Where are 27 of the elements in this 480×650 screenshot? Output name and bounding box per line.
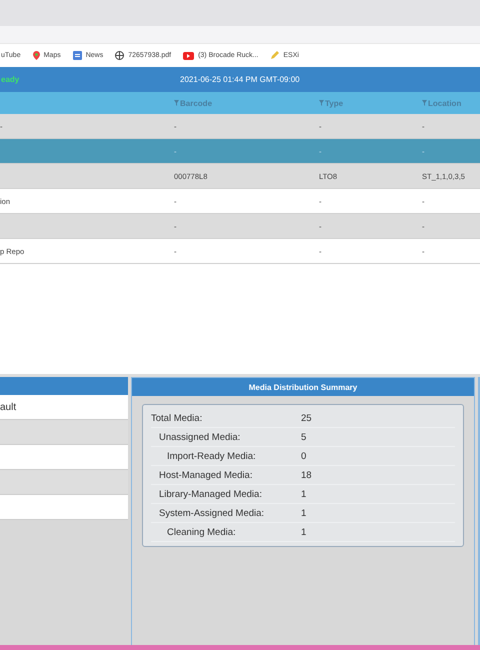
summary-value: 25 xyxy=(301,412,313,424)
summary-value: 5 xyxy=(301,432,308,442)
address-bar[interactable] xyxy=(0,26,480,44)
summary-label: Host-Managed Media: xyxy=(158,470,254,480)
summary-value: 0 xyxy=(301,450,308,462)
summary-value: 1 xyxy=(301,526,308,538)
status-text: eady xyxy=(0,75,20,84)
date-time-text: 2021-06-25 01:44 PM GMT-09:00 xyxy=(180,75,300,84)
globe-icon xyxy=(115,51,124,60)
video-play-icon xyxy=(183,52,194,60)
panel-title: Media Distribution Summary xyxy=(132,378,474,396)
summary-label: Total Media: xyxy=(151,412,204,424)
summary-label: System-Assigned Media: xyxy=(158,508,266,518)
list-item[interactable]: ault xyxy=(0,395,128,420)
summary-value: 18 xyxy=(301,470,313,480)
filter-icon xyxy=(319,100,324,106)
summary-label: Unassigned Media: xyxy=(158,432,242,442)
summary-label: Import-Ready Media: xyxy=(166,450,257,462)
summary-label: Library-Managed Media: xyxy=(158,488,263,500)
summary-label: Cleaning Media: xyxy=(166,526,237,538)
pencil-icon xyxy=(270,51,280,60)
map-pin-icon xyxy=(32,51,40,60)
summary-value: 1 xyxy=(301,508,308,518)
newspaper-icon xyxy=(72,51,82,60)
filter-icon xyxy=(422,100,427,106)
filter-icon xyxy=(174,100,179,106)
summary-value: 1 xyxy=(301,488,308,500)
